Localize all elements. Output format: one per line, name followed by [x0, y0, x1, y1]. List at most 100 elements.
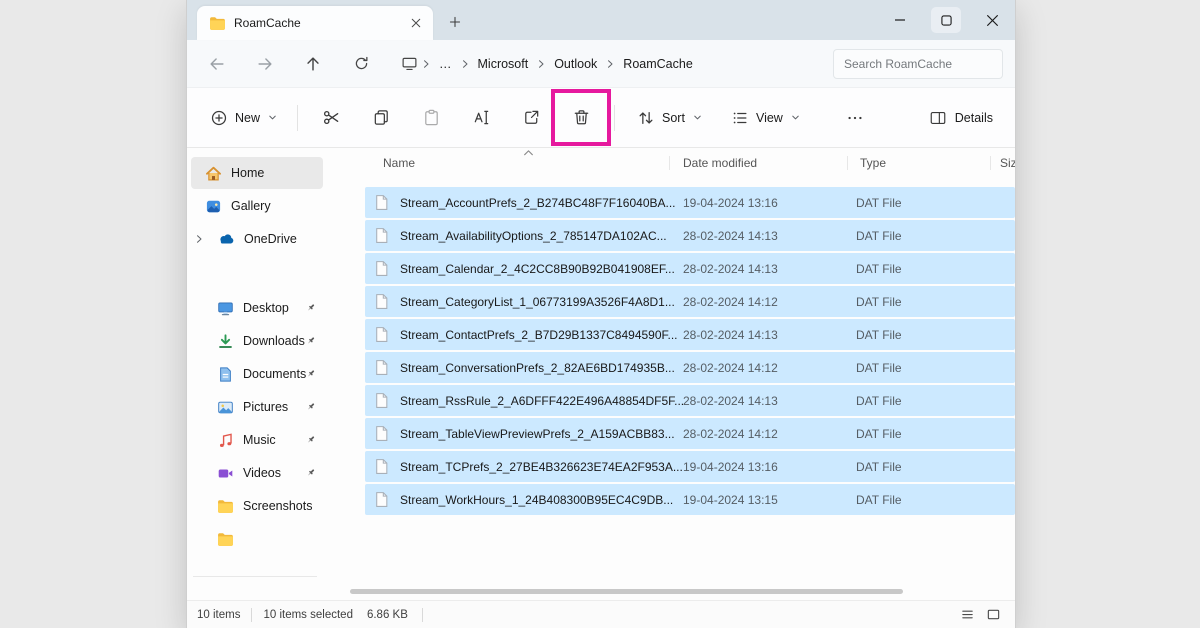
chevron-down-icon	[692, 112, 703, 123]
close-icon	[986, 14, 999, 27]
file-name: Stream_WorkHours_1_24B408300B95EC4C9DB..…	[400, 493, 673, 507]
cut-button[interactable]	[311, 100, 351, 136]
details-view-toggle-button[interactable]	[955, 604, 979, 626]
sidebar-item-home[interactable]: Home	[191, 157, 323, 189]
column-header-type[interactable]: Type	[860, 156, 886, 170]
sidebar-item-videos[interactable]: Videos	[191, 457, 323, 489]
breadcrumb-item-outlook[interactable]: Outlook	[547, 52, 604, 76]
sidebar-item-folder-10[interactable]	[191, 523, 323, 555]
sort-button-label: Sort	[662, 111, 685, 125]
copy-button[interactable]	[361, 100, 401, 136]
file-date-modified: 28-02-2024 14:13	[683, 394, 778, 408]
file-type: DAT File	[856, 394, 902, 408]
sort-button[interactable]: Sort	[627, 102, 713, 134]
file-icon	[373, 425, 390, 442]
refresh-icon	[353, 55, 370, 72]
sidebar-item-label: Screenshots	[243, 499, 312, 513]
file-type: DAT File	[856, 295, 902, 309]
rename-button[interactable]	[461, 100, 501, 136]
column-divider[interactable]	[847, 156, 848, 170]
statusbar-divider	[251, 608, 252, 622]
breadcrumb-collapsed[interactable]: …	[432, 52, 459, 76]
delete-icon	[572, 108, 591, 127]
sidebar-item-label: Desktop	[243, 301, 289, 315]
file-row[interactable]: Stream_Calendar_2_4C2CC8B90B92B041908EF.…	[347, 252, 1015, 285]
main-area: Home Gallery OneDrive Desktop DownloadsDocum…	[187, 148, 1015, 600]
file-row-selection: Stream_TableViewPreviewPrefs_2_A159ACBB8…	[365, 418, 1015, 449]
this-pc-icon	[401, 55, 418, 72]
delete-button[interactable]	[561, 100, 601, 136]
thumbnail-view-toggle-button[interactable]	[981, 604, 1005, 626]
tab-close-icon[interactable]	[407, 14, 425, 32]
refresh-button[interactable]	[343, 47, 379, 81]
close-button[interactable]	[969, 0, 1015, 40]
share-button[interactable]	[511, 100, 551, 136]
minimize-button[interactable]	[877, 0, 923, 40]
file-type: DAT File	[856, 229, 902, 243]
sidebar-item-label: OneDrive	[244, 232, 297, 246]
selection-size: 6.86 KB	[367, 609, 408, 621]
file-row-selection: Stream_RssRule_2_A6DFFF422E496A48854DF5F…	[365, 385, 1015, 416]
search-box[interactable]	[833, 49, 1003, 79]
sidebar-item-documents[interactable]: Documents	[191, 358, 323, 390]
file-date-modified: 19-04-2024 13:16	[683, 196, 778, 210]
file-row[interactable]: Stream_TableViewPreviewPrefs_2_A159ACBB8…	[347, 417, 1015, 450]
column-divider[interactable]	[990, 156, 991, 170]
tab-roamcache[interactable]: RoamCache	[197, 6, 433, 40]
documents-icon	[217, 366, 234, 383]
pin-icon	[304, 434, 317, 447]
sidebar-item-label: Gallery	[231, 199, 271, 213]
pin-icon	[304, 368, 317, 381]
column-header-name[interactable]: Name	[383, 156, 415, 170]
file-row[interactable]: Stream_WorkHours_1_24B408300B95EC4C9DB..…	[347, 483, 1015, 516]
file-icon	[373, 227, 390, 244]
more-options-button[interactable]	[835, 100, 875, 136]
back-button[interactable]	[199, 47, 235, 81]
sidebar-item-music[interactable]: Music	[191, 424, 323, 456]
forward-button[interactable]	[247, 47, 283, 81]
file-row[interactable]: Stream_ConversationPrefs_2_82AE6BD174935…	[347, 351, 1015, 384]
column-divider[interactable]	[669, 156, 670, 170]
cut-icon	[322, 108, 341, 127]
sidebar-item-desktop[interactable]: Desktop	[191, 292, 323, 324]
file-row[interactable]: Stream_RssRule_2_A6DFFF422E496A48854DF5F…	[347, 384, 1015, 417]
sidebar: Home Gallery OneDrive Desktop DownloadsDocum…	[187, 148, 327, 600]
folder-icon	[209, 15, 226, 32]
file-name: Stream_TableViewPreviewPrefs_2_A159ACBB8…	[400, 427, 675, 441]
breadcrumb-item-roamcache[interactable]: RoamCache	[616, 52, 699, 76]
file-name: Stream_TCPrefs_2_27BE4B326623E74EA2F953A…	[400, 460, 683, 474]
expand-chevron-icon	[194, 234, 204, 244]
sidebar-item-label: Videos	[243, 466, 281, 480]
pin-icon	[304, 467, 317, 480]
new-button[interactable]: New	[199, 102, 289, 134]
view-button[interactable]: View	[721, 102, 811, 134]
sidebar-item-screenshots[interactable]: Screenshots	[191, 490, 323, 522]
column-header-size[interactable]: Size	[1000, 156, 1015, 170]
home-icon	[205, 165, 222, 182]
sidebar-item-gallery[interactable]: Gallery	[191, 190, 323, 222]
new-tab-button[interactable]	[441, 8, 469, 36]
file-row[interactable]: Stream_AvailabilityOptions_2_785147DA102…	[347, 219, 1015, 252]
file-row[interactable]: Stream_ContactPrefs_2_B7D29B1337C8494590…	[347, 318, 1015, 351]
search-input[interactable]	[844, 57, 992, 71]
breadcrumb: … Microsoft Outlook RoamCache	[399, 52, 833, 76]
horizontal-scrollbar[interactable]	[350, 589, 903, 594]
breadcrumb-item-microsoft[interactable]: Microsoft	[471, 52, 536, 76]
up-button[interactable]	[295, 47, 331, 81]
maximize-button[interactable]	[923, 0, 969, 40]
sidebar-item-onedrive[interactable]: OneDrive	[191, 223, 323, 255]
toolbar: New Sort View Details	[187, 88, 1015, 148]
file-icon	[373, 392, 390, 409]
copy-icon	[372, 108, 391, 127]
column-header-date-modified[interactable]: Date modified	[683, 156, 757, 170]
file-row[interactable]: Stream_AccountPrefs_2_B274BC48F7F16040BA…	[347, 186, 1015, 219]
sidebar-item-label: Home	[231, 166, 264, 180]
file-row[interactable]: Stream_TCPrefs_2_27BE4B326623E74EA2F953A…	[347, 450, 1015, 483]
sidebar-item-downloads[interactable]: Downloads	[191, 325, 323, 357]
file-type: DAT File	[856, 328, 902, 342]
details-button[interactable]: Details	[919, 102, 1003, 134]
sidebar-item-pictures[interactable]: Pictures	[191, 391, 323, 423]
plus-icon	[448, 15, 462, 29]
file-row[interactable]: Stream_CategoryList_1_06773199A3526F4A8D…	[347, 285, 1015, 318]
paste-button[interactable]	[411, 100, 451, 136]
